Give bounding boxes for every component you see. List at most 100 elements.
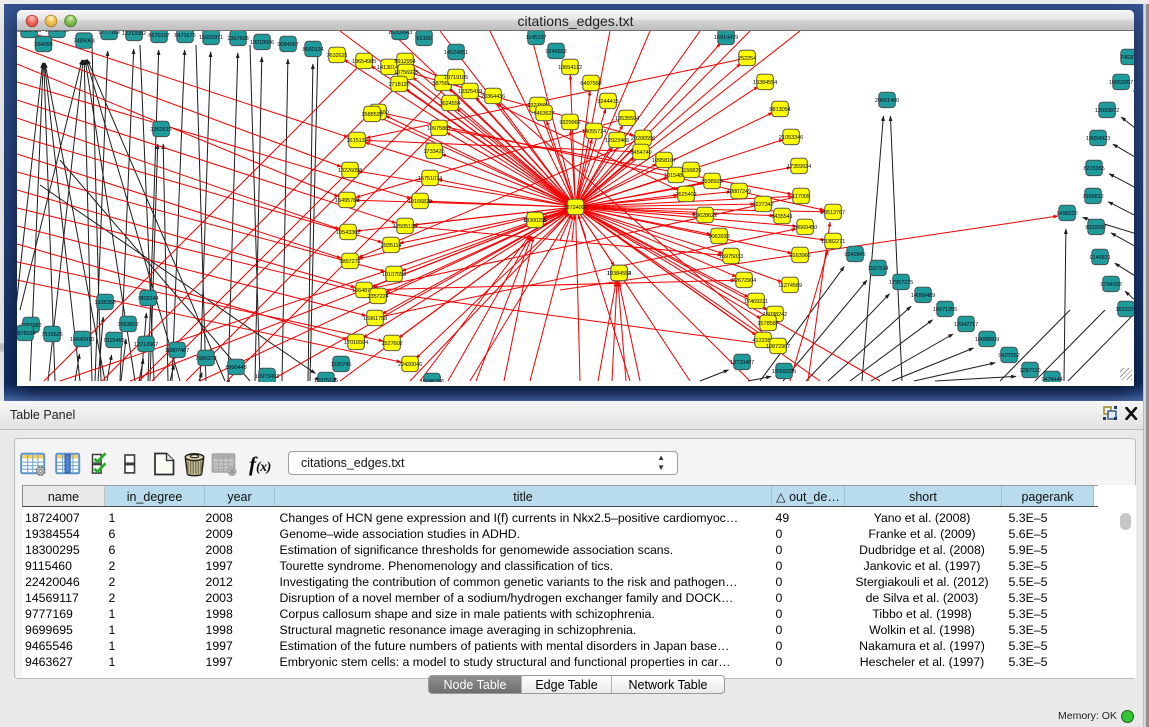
svg-text:1362615: 1362615 <box>150 127 171 133</box>
svg-text:1578587: 1578587 <box>757 321 778 327</box>
svg-text:12213967: 12213967 <box>134 342 158 348</box>
svg-text:18300295: 18300295 <box>523 218 547 224</box>
svg-text:20513767: 20513767 <box>821 210 845 216</box>
svg-text:17016504: 17016504 <box>344 340 369 346</box>
svg-text:3624554: 3624554 <box>439 101 461 107</box>
svg-text:12375125: 12375125 <box>314 378 338 382</box>
svg-text:1621072: 1621072 <box>1115 307 1134 313</box>
svg-text:10653267: 10653267 <box>1109 80 1133 86</box>
svg-text:19384554: 19384554 <box>753 80 778 86</box>
svg-text:18807249: 18807249 <box>727 189 751 195</box>
svg-text:16671355: 16671355 <box>933 307 957 313</box>
svg-text:117005: 117005 <box>792 194 810 200</box>
svg-text:22672904: 22672904 <box>732 278 757 284</box>
svg-text:14055714: 14055714 <box>582 129 607 135</box>
svg-text:19166825: 19166825 <box>408 199 432 205</box>
svg-text:19654923: 19654923 <box>1086 136 1110 142</box>
svg-text:8878334: 8878334 <box>17 331 37 337</box>
svg-text:8938923: 8938923 <box>701 179 722 185</box>
svg-text:19384554: 19384554 <box>607 271 632 277</box>
svg-text:7632621: 7632621 <box>326 53 347 59</box>
svg-text:17957275: 17957275 <box>889 280 913 286</box>
svg-text:7485063: 7485063 <box>73 39 94 45</box>
svg-text:10958107: 10958107 <box>652 158 676 164</box>
svg-text:19218506: 19218506 <box>250 40 274 46</box>
svg-text:7463627: 7463627 <box>533 111 554 117</box>
svg-text:8990448: 8990448 <box>225 365 246 371</box>
svg-text:62160: 62160 <box>416 36 431 42</box>
svg-text:22420046: 22420046 <box>398 362 422 368</box>
svg-text:9063933: 9063933 <box>708 234 729 240</box>
svg-text:1733426: 1733426 <box>423 149 444 155</box>
svg-text:9227342: 9227342 <box>752 202 773 208</box>
svg-text:8322037: 8322037 <box>1085 225 1106 231</box>
svg-text:1527602: 1527602 <box>381 341 402 347</box>
svg-text:10719185: 10719185 <box>444 75 468 81</box>
svg-text:10688609: 10688609 <box>975 337 999 343</box>
svg-text:7357224: 7357224 <box>367 294 389 300</box>
svg-text:8215955: 8215955 <box>1083 166 1104 172</box>
svg-text:13382271: 13382271 <box>821 239 845 245</box>
svg-text:10654112: 10654112 <box>558 65 582 71</box>
svg-text:9777169: 9777169 <box>98 31 119 36</box>
svg-text:10025458: 10025458 <box>17 31 41 34</box>
svg-text:19654985: 19654985 <box>352 59 376 65</box>
svg-text:21053346: 21053346 <box>779 135 803 141</box>
svg-text:15692971: 15692971 <box>199 35 223 41</box>
svg-text:18300295: 18300295 <box>772 369 796 375</box>
svg-text:14524851: 14524851 <box>444 50 468 56</box>
svg-text:3267110: 3267110 <box>1020 368 1041 374</box>
svg-text:8471676: 8471676 <box>174 33 195 39</box>
svg-text:7955812: 7955812 <box>1082 194 1103 200</box>
svg-text:15495768: 15495768 <box>335 198 359 204</box>
svg-text:8435541: 8435541 <box>771 214 792 220</box>
svg-text:1167534: 1167534 <box>868 266 890 272</box>
svg-text:15046786: 15046786 <box>420 379 444 382</box>
svg-text:20206556: 20206556 <box>631 136 655 142</box>
svg-text:6679197: 6679197 <box>148 33 169 39</box>
svg-text:1145197: 1145197 <box>526 35 547 41</box>
svg-text:2935114: 2935114 <box>381 243 403 249</box>
svg-text:16640910: 16640910 <box>70 337 94 343</box>
svg-text:8813054: 8813054 <box>769 107 791 113</box>
svg-text:9857271: 9857271 <box>339 259 360 265</box>
svg-text:17359924: 17359924 <box>787 164 812 170</box>
svg-text:11274569: 11274569 <box>778 283 802 289</box>
svg-text:1498222: 1498222 <box>1056 211 1077 217</box>
svg-text:13535594: 13535594 <box>615 116 640 122</box>
svg-text:13720407: 13720407 <box>730 360 754 366</box>
svg-text:9146821: 9146821 <box>1089 255 1110 261</box>
svg-text:12213382: 12213382 <box>122 31 146 37</box>
svg-text:14569450: 14569450 <box>793 225 817 231</box>
svg-text:1335358: 1335358 <box>94 300 115 306</box>
svg-text:12505135: 12505135 <box>393 224 417 230</box>
svg-text:13325419: 13325419 <box>458 89 482 95</box>
svg-text:20364436: 20364436 <box>481 94 505 100</box>
svg-text:6497568: 6497568 <box>580 81 601 87</box>
svg-text:16782759: 16782759 <box>45 31 69 34</box>
svg-text:16210643: 16210643 <box>388 31 412 36</box>
svg-text:12923466: 12923466 <box>605 138 629 144</box>
svg-text:18724007: 18724007 <box>563 205 587 211</box>
svg-text:2367608: 2367608 <box>227 36 248 42</box>
svg-text:7986372: 7986372 <box>195 356 216 362</box>
svg-text:9474444: 9474444 <box>1041 377 1063 382</box>
svg-text:2718126: 2718126 <box>388 82 409 88</box>
svg-text:1588520: 1588520 <box>361 112 382 118</box>
svg-text:10807487: 10807487 <box>165 348 189 354</box>
svg-text:17469231: 17469231 <box>744 299 768 305</box>
svg-text:1156829: 1156829 <box>681 168 702 174</box>
svg-text:746206: 746206 <box>1120 55 1134 61</box>
svg-text:16961758: 16961758 <box>363 316 387 322</box>
svg-text:20691406: 20691406 <box>875 98 899 104</box>
svg-text:10756928: 10756928 <box>394 70 418 76</box>
svg-text:252254: 252254 <box>738 56 757 62</box>
svg-text:7803144: 7803144 <box>137 296 159 302</box>
svg-text:8454749: 8454749 <box>630 150 651 156</box>
svg-text:13226058: 13226058 <box>338 168 362 174</box>
svg-text:14099489: 14099489 <box>911 293 935 299</box>
svg-text:7663822: 7663822 <box>117 322 138 328</box>
svg-text:15751074: 15751074 <box>418 176 443 182</box>
svg-text:8660124: 8660124 <box>302 47 324 53</box>
svg-text:1244415: 1244415 <box>597 99 618 105</box>
